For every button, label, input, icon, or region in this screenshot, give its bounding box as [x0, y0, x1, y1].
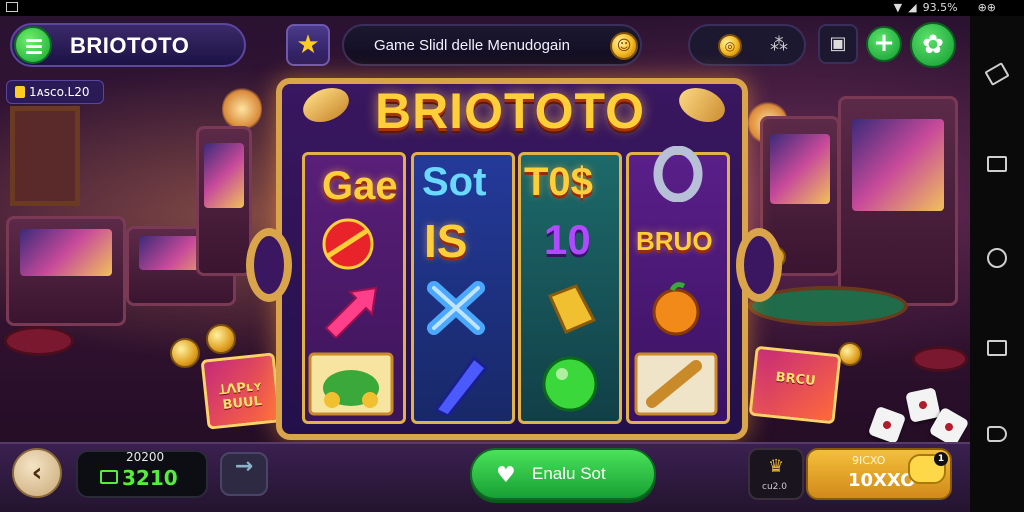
promo-box-left: ꞱɅPʟʏ BUUL — [200, 352, 282, 430]
home-icon[interactable] — [987, 248, 1007, 268]
chrome-o-icon — [653, 146, 703, 202]
lips-heart-icon — [322, 218, 374, 270]
arrow-candy-icon — [324, 286, 378, 338]
reel-label-2: Sot — [422, 160, 487, 204]
rotate-icon[interactable] — [984, 62, 1010, 86]
gold-bar-icon — [547, 284, 597, 334]
wifi-icon: ▼ — [893, 1, 903, 14]
nav-back-icon[interactable] — [987, 426, 1007, 442]
wallet-icon — [100, 470, 118, 484]
gear-icon: ✿ — [922, 30, 944, 60]
coin-icon — [170, 338, 200, 368]
promo-box-left-label: ꞱɅPʟʏ BUUL — [218, 378, 264, 414]
plus-icon: + — [873, 28, 895, 58]
menu-icon — [26, 39, 42, 42]
chat-badge: 1 — [934, 452, 948, 466]
menu-button[interactable] — [14, 26, 52, 64]
scroll-icon — [634, 352, 718, 416]
favorites-button[interactable]: ★ — [286, 24, 330, 66]
promo-box-right: BRCU — [748, 345, 842, 425]
arcade-cabinet-back — [196, 126, 252, 276]
arrow-right-icon: → — [234, 454, 254, 479]
green-frog-icon — [542, 356, 598, 412]
tools-pill: ◎ ⁂ — [688, 24, 806, 66]
badge-icon — [15, 86, 25, 98]
coin-icon — [206, 324, 236, 354]
bet-value: ᴄu2.0 — [762, 482, 787, 492]
back-button[interactable]: ‹ — [12, 448, 62, 498]
game-search-bar[interactable]: Game Slidl delle Menudogain ☺ — [342, 24, 642, 66]
orange-fruit-icon — [652, 282, 700, 336]
balance-value: 3210 — [122, 466, 178, 490]
wall-painting — [10, 106, 80, 206]
forward-button[interactable]: → — [220, 452, 268, 496]
system-nav-bar — [970, 16, 1024, 512]
back-icon: ‹ — [31, 458, 43, 488]
logo-pill: BRIOTOTO — [10, 23, 246, 67]
x-gem-icon — [427, 281, 485, 335]
heart-icon: ♥ — [496, 463, 516, 488]
reel-label-5: 10 — [544, 216, 591, 263]
smile-coin-icon[interactable]: ☺ — [610, 32, 638, 60]
bet-icon: ♛ — [768, 456, 785, 477]
balance-top-value: 20200 — [126, 450, 165, 464]
status-extra: ⊕⊕ — [977, 1, 996, 14]
machine-title: BRIOTOTO — [374, 83, 646, 139]
settings-button[interactable]: ✿ — [910, 22, 956, 68]
win-top-value: 9ICXO — [852, 454, 886, 467]
spin-label: Enalu Sot — [532, 464, 606, 483]
screenshot-icon — [6, 2, 18, 12]
signal-icon: ◢ — [908, 1, 917, 14]
badge-text: 1ᴀsco.L20 — [29, 85, 90, 99]
win-value: 10XXO — [848, 470, 916, 491]
coins-icon[interactable]: ◎ — [718, 34, 742, 58]
blue-bar-icon — [433, 355, 489, 416]
side-wheel-right-icon — [736, 228, 782, 302]
reel-label-6: BRUO — [636, 226, 713, 256]
bar-stool-left — [4, 326, 74, 356]
recents-icon[interactable] — [987, 340, 1007, 356]
dice-icon — [867, 405, 907, 445]
side-wheel-left-icon — [246, 228, 292, 302]
reel-label-1: Gae — [322, 164, 398, 208]
spin-button[interactable]: ♥ Enalu Sot — [470, 448, 656, 500]
coin-icon — [838, 342, 862, 366]
treasure-food-icon — [308, 352, 394, 416]
reel-label-3: T0$ — [524, 160, 593, 204]
bar-stool-right — [912, 346, 968, 372]
level-badge[interactable]: 1ᴀsco.L20 — [6, 80, 104, 104]
reel-label-4: IS — [424, 215, 468, 267]
promo-box-right-label: BRCU — [774, 370, 817, 390]
dice-icon — [905, 387, 941, 423]
bet-box[interactable]: ♛ ᴄu2.0 — [748, 448, 804, 500]
arcade-machine-right — [838, 96, 958, 306]
add-button[interactable]: + — [866, 26, 902, 62]
brand-name: BRIOTOTO — [70, 33, 190, 58]
battery-text: 93.5% — [922, 1, 958, 14]
search-text: Game Slidl delle Menudogain — [374, 37, 570, 54]
message-icon: ▣ — [829, 33, 847, 54]
grid-icon[interactable]: ⁂ — [770, 34, 788, 55]
arcade-machine-left — [6, 216, 126, 326]
star-icon: ★ — [296, 30, 320, 60]
chat-box-button[interactable]: ▣ — [818, 24, 858, 64]
window-icon[interactable] — [987, 156, 1007, 172]
status-bar: ▼ ◢ 93.5% ⊕⊕ — [0, 0, 1024, 16]
